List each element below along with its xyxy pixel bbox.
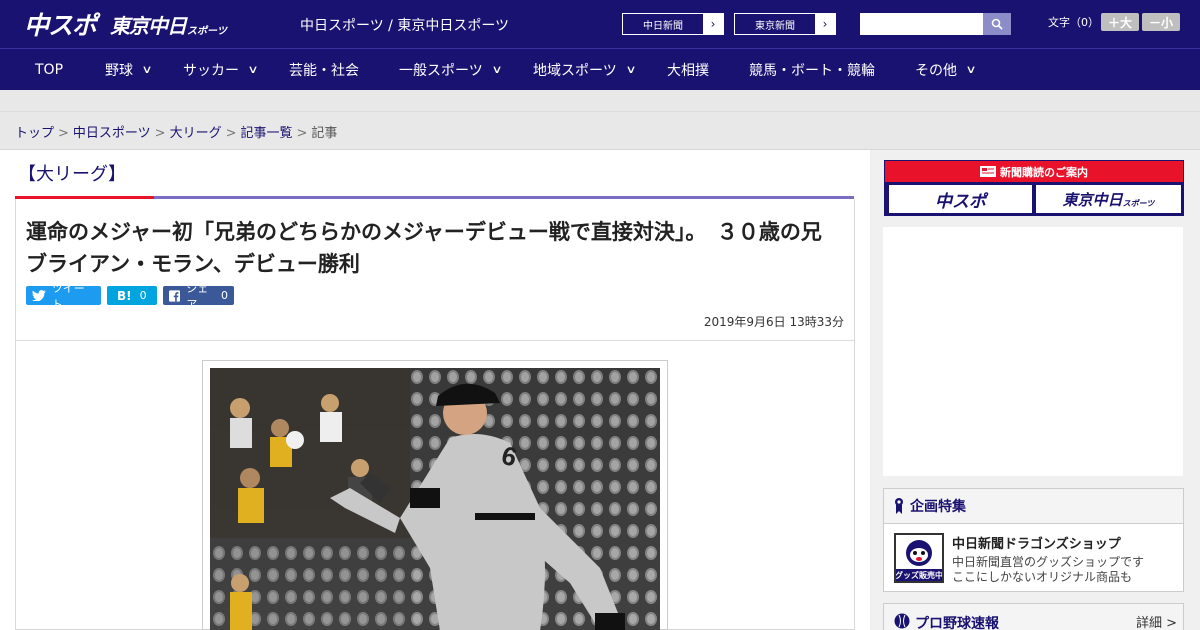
hatena-icon: B! [117, 288, 132, 303]
site-header: 中スポ 東京中日 スポーツ 中日スポーツ / 東京中日スポーツ 中日新聞 › 東… [0, 0, 1200, 48]
breadcrumb-chunichi-sports[interactable]: 中日スポーツ [73, 126, 151, 141]
nav-item-label: 大相撲 [667, 62, 709, 79]
nav-item-entertainment[interactable]: 芸能・社会 [289, 49, 359, 90]
nav-item-racing[interactable]: 競馬・ボート・競輪 [749, 49, 875, 90]
search-icon [991, 18, 1003, 30]
chevron-down-icon: ∨ [247, 63, 259, 76]
feature-box: 企画特集 グッズ販売中 中日新聞ドラゴンズショップ 中日新聞直営のグッズショップ… [883, 488, 1184, 592]
chevron-down-icon: ∨ [141, 63, 153, 76]
baseball-scores-box: プロ野球速報 詳細 > [883, 603, 1184, 630]
facebook-share-count: 0 [221, 289, 228, 302]
dragons-shop-thumbnail-text: グッズ販売中 [896, 570, 942, 580]
newspaper-icon [980, 166, 996, 177]
article-photo-frame: 6 [202, 360, 668, 630]
hatena-bookmark-button[interactable]: B! 0 [107, 286, 157, 305]
nav-item-label: 芸能・社会 [289, 62, 359, 79]
breadcrumb-home[interactable]: トップ [15, 126, 54, 141]
site-names: 中日スポーツ / 東京中日スポーツ [300, 18, 510, 34]
logo-sports-small: スポーツ [187, 25, 227, 37]
subscribe-tokyo-small: スポーツ [1122, 198, 1155, 208]
subscribe-chuspo-label: 中スポ [935, 191, 986, 212]
ad-space [883, 227, 1183, 476]
logo-tokyo-chunichi: 東京中日 [110, 13, 187, 38]
article-title: 運命のメジャー初「兄弟のどちらかのメジャーデビュー戦で直接対決」。 ３０歳の兄ブ… [26, 220, 822, 276]
breadcrumb-separator: > [154, 126, 166, 141]
baseball-scores-title: プロ野球速報 [915, 616, 999, 630]
nav-item-label: TOP [35, 61, 64, 78]
chevron-right-icon: › [815, 14, 835, 34]
nav-item-label: サッカー [183, 62, 239, 79]
search-button[interactable] [983, 13, 1011, 35]
breadcrumb-article-list[interactable]: 記事一覧 [241, 126, 293, 141]
chevron-down-icon: ∨ [491, 63, 503, 76]
search-input[interactable] [860, 13, 983, 35]
nav-item-general-sports[interactable]: 一般スポーツ ∨ [399, 49, 503, 90]
chunichi-shimbun-label: 中日新聞 [643, 20, 683, 32]
article-date: 2019年9月6日 13時33分 [703, 315, 844, 329]
subscribe-tokyo-label: 東京中日 [1062, 190, 1123, 209]
baseball-icon [894, 613, 910, 629]
font-smaller-button[interactable]: －小 [1142, 13, 1180, 31]
dragons-shop-thumbnail: グッズ販売中 [894, 533, 944, 583]
breadcrumb-mlb[interactable]: 大リーグ [170, 126, 222, 141]
breadcrumb: トップ > 中日スポーツ > 大リーグ > 記事一覧 > 記事 [15, 122, 337, 141]
subscribe-chuspo-button[interactable]: 中スポ [889, 185, 1032, 213]
article-photo[interactable]: 6 [210, 368, 660, 630]
hatena-count: 0 [139, 289, 147, 302]
subscription-title: 新聞購読のご案内 [1000, 165, 1088, 179]
facebook-icon [169, 289, 181, 302]
site-logo[interactable]: 中スポ 東京中日 スポーツ [24, 8, 227, 40]
facebook-share-label: シェア [186, 281, 209, 311]
breadcrumb-separator: > [58, 126, 69, 141]
nav-item-label: 地域スポーツ [533, 62, 617, 79]
nav-item-label: 一般スポーツ [399, 62, 483, 79]
breadcrumb-separator: > [296, 126, 308, 141]
chunichi-shimbun-button[interactable]: 中日新聞 › [622, 13, 724, 35]
font-size-label: 文字（0） [1048, 16, 1099, 29]
doala-mascot-icon: グッズ販売中 [896, 535, 942, 581]
main-nav: TOP 野球 ∨ サッカー ∨ 芸能・社会 一般スポーツ ∨ 地域スポーツ ∨ 大相撲 … [0, 48, 1200, 90]
subscription-header: 新聞購読のご案内 [885, 161, 1183, 182]
chevron-down-icon: ∨ [965, 63, 977, 76]
ribbon-icon [895, 498, 903, 514]
feature-item-description: ここにしかないオリジナル商品も [952, 570, 1133, 584]
category-divider-accent [15, 196, 154, 199]
nav-item-sumo[interactable]: 大相撲 [667, 49, 709, 90]
feature-item-name: 中日新聞ドラゴンズショップ [952, 537, 1121, 552]
breadcrumb-current: 記事 [311, 126, 338, 141]
feature-header: 企画特集 [884, 489, 1183, 524]
baseball-scores-detail-link[interactable]: 詳細 > [1136, 612, 1177, 630]
tweet-button[interactable]: ツイート [26, 282, 101, 311]
subscribe-tokyo-button[interactable]: 東京中日 スポーツ [1036, 185, 1181, 213]
chevron-right-icon: › [703, 14, 723, 34]
feature-title: 企画特集 [910, 499, 966, 515]
pitcher-photo: 6 [210, 368, 660, 630]
tokyo-shimbun-label: 東京新聞 [755, 20, 795, 32]
sub-nav-bar [0, 90, 1200, 112]
chevron-down-icon: ∨ [625, 63, 637, 76]
title-divider [16, 340, 854, 341]
nav-item-top[interactable]: TOP [35, 49, 63, 90]
tokyo-shimbun-button[interactable]: 東京新聞 › [734, 13, 836, 35]
feature-item-dragons-shop[interactable]: グッズ販売中 中日新聞ドラゴンズショップ 中日新聞直営のグッズショップです ここ… [894, 533, 1174, 587]
breadcrumb-separator: > [225, 126, 237, 141]
facebook-share-button[interactable]: シェア 0 [163, 282, 234, 311]
nav-item-label: その他 [915, 62, 957, 79]
nav-item-local-sports[interactable]: 地域スポーツ ∨ [533, 49, 637, 90]
nav-item-label: 競馬・ボート・競輪 [749, 62, 875, 79]
logo-chuspo: 中スポ [24, 11, 97, 40]
article-category[interactable]: 【大リーグ】 [18, 160, 126, 186]
nav-item-baseball[interactable]: 野球 ∨ [105, 49, 153, 90]
font-bigger-button[interactable]: ＋大 [1101, 13, 1139, 31]
nav-item-soccer[interactable]: サッカー ∨ [183, 49, 259, 90]
twitter-bird-icon [32, 290, 46, 301]
nav-item-label: 野球 [105, 62, 133, 79]
tweet-label: ツイート [51, 281, 85, 311]
subscription-banner[interactable]: 新聞購読のご案内 中スポ 東京中日 スポーツ [884, 160, 1184, 216]
nav-item-other[interactable]: その他 ∨ [915, 49, 977, 90]
